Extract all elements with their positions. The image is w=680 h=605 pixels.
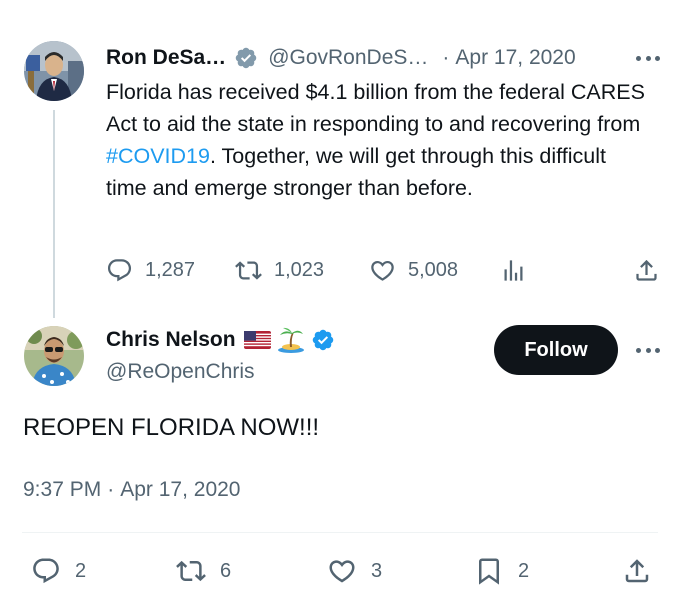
parent-retweet-button[interactable]: 1,023 <box>235 257 324 284</box>
actions-divider <box>22 532 658 533</box>
main-author-name[interactable]: Chris Nelson <box>106 328 236 352</box>
share-icon <box>636 259 657 281</box>
timestamp-separator: · <box>107 478 115 501</box>
reply-icon <box>107 259 132 282</box>
follow-button[interactable]: Follow <box>494 325 618 375</box>
parent-like-count: 5,008 <box>408 259 459 281</box>
thread-connector-line <box>53 110 55 318</box>
main-tweet-date[interactable]: Apr 17, 2020 <box>120 478 240 502</box>
main-reply-count: 2 <box>75 559 87 582</box>
island-icon <box>277 327 304 353</box>
retweet-icon <box>235 261 262 280</box>
main-bookmark-button[interactable]: 2 <box>474 556 529 586</box>
parent-tweet-header: Ron DeSa… @GovRonDeS… · Apr 17, 2020 <box>106 44 576 72</box>
parent-like-button[interactable]: 5,008 <box>369 257 458 284</box>
bookmark-icon <box>479 558 499 585</box>
main-reply-button[interactable]: 2 <box>31 556 86 586</box>
parent-tweet-date[interactable]: Apr 17, 2020 <box>455 46 575 70</box>
reply-icon <box>33 558 59 584</box>
parent-author-handle[interactable]: @GovRonDeS… <box>268 46 428 70</box>
parent-author-name[interactable]: Ron DeSa… <box>106 46 226 70</box>
like-icon <box>371 260 394 281</box>
verified-badge-icon <box>312 329 333 351</box>
header-separator: · <box>442 46 450 69</box>
like-icon <box>329 560 355 583</box>
main-bookmark-count: 2 <box>518 559 530 582</box>
main-author-handle[interactable]: @ReOpenChris <box>106 360 255 384</box>
views-icon <box>504 260 523 281</box>
verified-badge-icon <box>235 47 257 69</box>
main-tweet-timestamp: 9:37 PM · Apr 17, 2020 <box>23 476 240 504</box>
parent-share-button[interactable] <box>633 257 660 284</box>
parent-reply-button[interactable]: 1,287 <box>106 257 195 284</box>
parent-more-icon[interactable] <box>633 48 663 68</box>
parent-retweet-count: 1,023 <box>274 259 325 281</box>
main-author-avatar[interactable] <box>24 326 84 386</box>
main-retweet-count: 6 <box>220 559 232 582</box>
hashtag-link[interactable]: #COVID19 <box>106 144 210 168</box>
main-tweet-header: Chris Nelson <box>106 326 335 354</box>
main-more-icon[interactable] <box>633 340 663 360</box>
parent-author-avatar[interactable] <box>24 41 84 101</box>
parent-reply-count: 1,287 <box>145 259 196 281</box>
retweet-icon <box>176 560 206 582</box>
share-icon <box>625 559 649 583</box>
parent-views-button[interactable] <box>500 257 527 284</box>
us-flag-icon <box>243 331 271 349</box>
main-tweet-text: REOPEN FLORIDA NOW!!! <box>23 414 320 441</box>
main-tweet-time[interactable]: 9:37 PM <box>23 478 101 502</box>
main-share-button[interactable] <box>622 556 652 586</box>
main-like-button[interactable]: 3 <box>327 556 382 586</box>
parent-tweet-text: Florida has received $4.1 billion from t… <box>106 80 645 200</box>
main-like-count: 3 <box>371 559 383 582</box>
main-retweet-button[interactable]: 6 <box>176 556 231 586</box>
main-handle-row: @ReOpenChris <box>106 358 255 386</box>
